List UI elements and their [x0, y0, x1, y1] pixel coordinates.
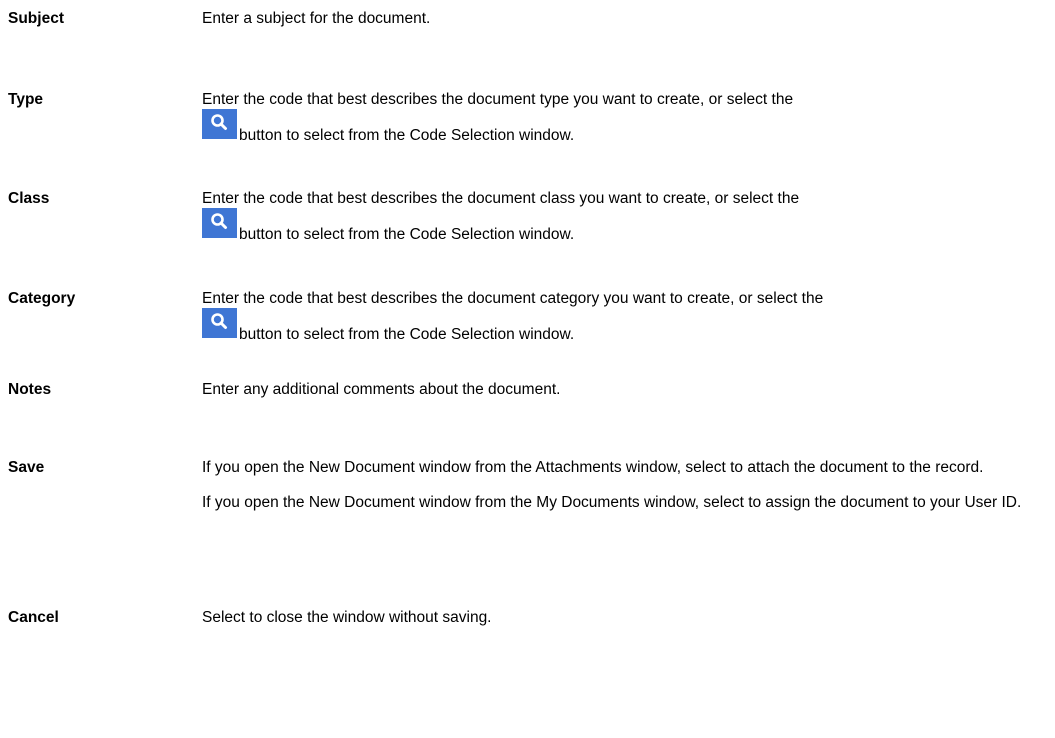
- search-button: [202, 109, 237, 139]
- term-save: Save: [8, 459, 45, 476]
- desc-class: Enter the code that best describes the d…: [202, 190, 1052, 244]
- term-type: Type: [8, 91, 44, 108]
- desc-class-line2: button to select from the Code Selection…: [202, 208, 1052, 244]
- desc-subject: Enter a subject for the document.: [202, 10, 1052, 28]
- desc-category-text: Enter the code that best describes the d…: [202, 290, 824, 307]
- term-category: Category: [8, 290, 76, 307]
- desc-type: Enter the code that best describes the d…: [202, 91, 1052, 145]
- desc-notes: Enter any additional comments about the …: [202, 381, 1052, 399]
- desc-notes-text: Enter any additional comments about the …: [202, 381, 561, 398]
- search-button: [202, 308, 237, 338]
- search-icon: [211, 114, 227, 130]
- desc-cancel-text: Select to close the window without savin…: [202, 609, 492, 626]
- desc-category-after: button to select from the Code Selection…: [239, 326, 575, 343]
- search-icon: [211, 313, 227, 329]
- desc-type-text: Enter the code that best describes the d…: [202, 91, 794, 108]
- desc-category-line2: button to select from the Code Selection…: [202, 308, 1052, 344]
- desc-save-para2: If you open the New Document window from…: [202, 494, 1022, 511]
- desc-category: Enter the code that best describes the d…: [202, 290, 1052, 344]
- term-subject: Subject: [8, 10, 64, 27]
- desc-class-after: button to select from the Code Selection…: [239, 226, 575, 243]
- term-class: Class: [8, 190, 50, 207]
- desc-type-after: button to select from the Code Selection…: [239, 127, 575, 144]
- term-cancel: Cancel: [8, 609, 59, 626]
- desc-class-text: Enter the code that best describes the d…: [202, 190, 800, 207]
- desc-type-line2: button to select from the Code Selection…: [202, 109, 1052, 145]
- term-notes: Notes: [8, 381, 52, 398]
- search-button: [202, 208, 237, 238]
- desc-subject-text: Enter a subject for the document.: [202, 10, 431, 27]
- desc-save-para1: If you open the New Document window from…: [202, 459, 984, 476]
- desc-cancel: Select to close the window without savin…: [202, 609, 1052, 627]
- search-icon: [211, 213, 227, 229]
- desc-save: If you open the New Document window from…: [202, 459, 1022, 512]
